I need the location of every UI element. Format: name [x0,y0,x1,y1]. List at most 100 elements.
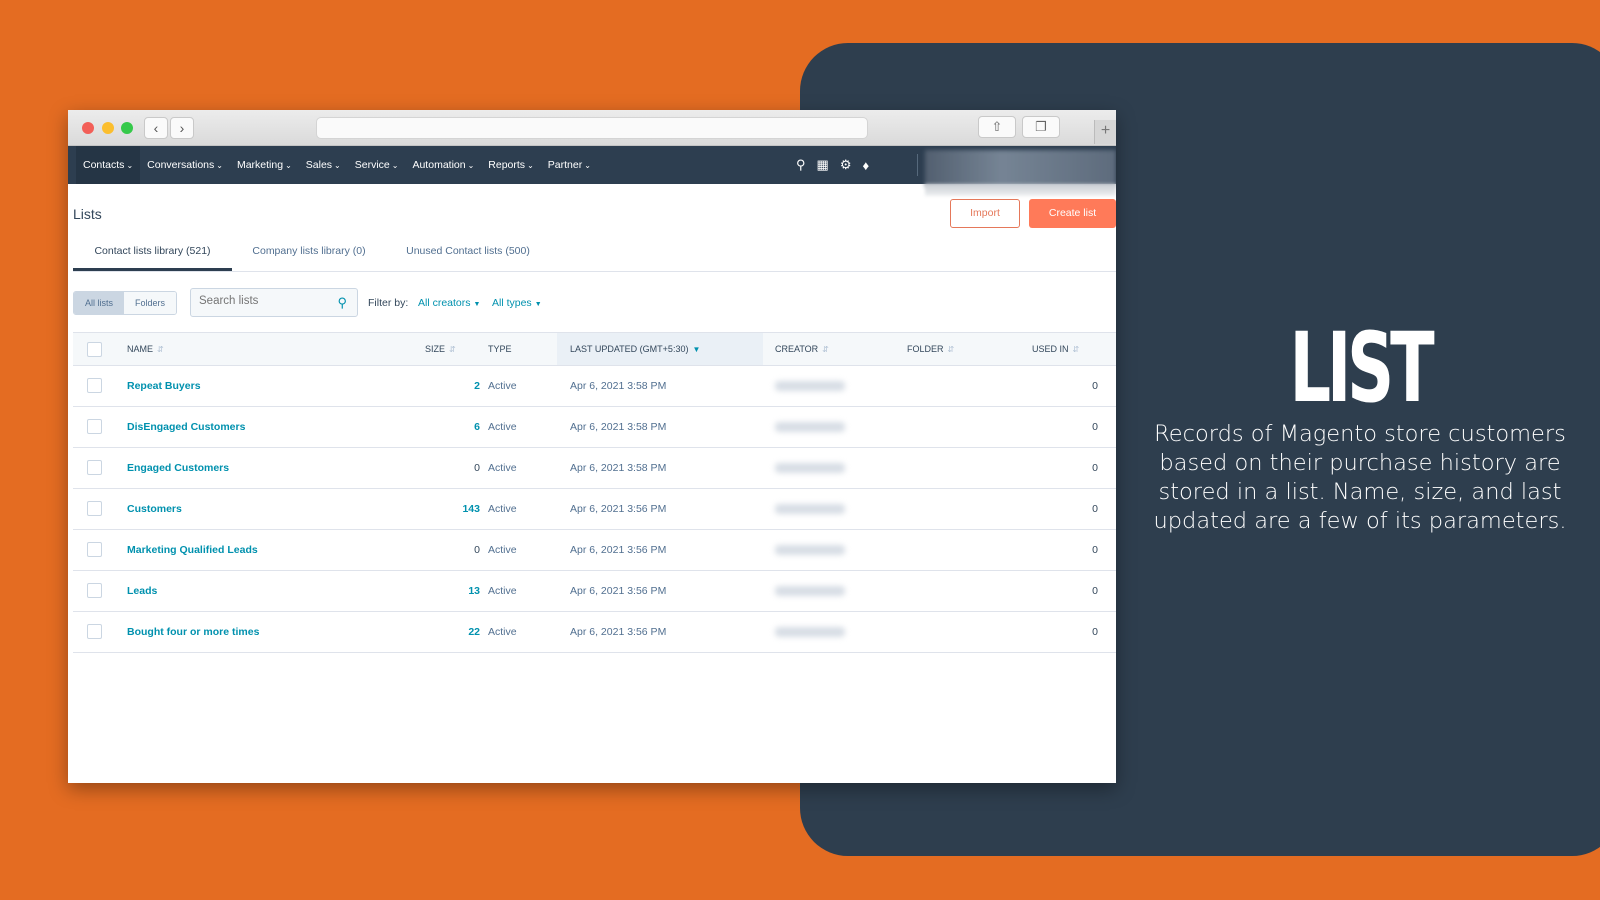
promo-title: LIST [1289,312,1434,424]
table-row[interactable]: Customers 143 Active Apr 6, 2021 3:56 PM 0 [73,489,1116,530]
account-strip [925,184,1116,196]
row-checkbox[interactable] [87,624,102,639]
list-size[interactable]: 143 [462,489,480,529]
types-filter-label: All types [492,297,532,309]
list-name-link[interactable]: Repeat Buyers [127,366,201,406]
nav-item-automation[interactable]: Automation ⌄ [405,146,481,184]
nav-item-partner[interactable]: Partner ⌄ [541,146,598,184]
list-size[interactable]: 6 [474,407,480,447]
nav-item-label: Contacts [83,159,125,171]
plus-icon[interactable]: + [1094,120,1116,144]
import-button[interactable]: Import [950,199,1020,228]
list-name-link[interactable]: Engaged Customers [127,448,229,488]
maximize-window-button[interactable] [121,122,133,134]
account-menu[interactable] [925,150,1116,186]
list-name-link[interactable]: Bought four or more times [127,612,259,652]
list-creator [763,530,883,570]
list-size: 0 [474,462,480,474]
list-size: 0 [474,544,480,556]
nav-item-contacts[interactable]: Contacts ⌄ [76,146,141,184]
column-last-updated[interactable]: LAST UPDATED (GMT+5:30) ▼ [570,333,700,366]
chevron-right-icon[interactable]: › [170,117,194,139]
column-type: TYPE [488,333,512,365]
tab-unused-contact-lists[interactable]: Unused Contact lists (500) [397,240,539,271]
caret-down-icon: ▼ [534,301,542,308]
column-name[interactable]: NAME ⇵ [127,333,164,366]
column-creator-label: CREATOR [775,344,819,354]
list-creator [763,612,883,652]
address-bar[interactable] [316,117,868,139]
sort-icon: ⇵ [822,345,829,354]
redacted-creator [775,504,845,514]
column-creator[interactable]: CREATOR ⇵ [775,333,829,366]
creators-filter[interactable]: All creators ▼ [418,297,480,309]
column-used-in[interactable]: USED IN ⇵ [1032,333,1079,366]
search-icon[interactable]: ⚲ [796,157,806,173]
list-name-link[interactable]: Leads [127,571,157,611]
table-row[interactable]: Repeat Buyers 2 Active Apr 6, 2021 3:58 PM 0 [73,366,1116,407]
column-last-updated-label: LAST UPDATED (GMT+5:30) [570,344,689,354]
sort-icon: ⇵ [157,345,164,354]
close-window-button[interactable] [82,122,94,134]
list-used-in: 0 [1092,462,1098,474]
table-row[interactable]: Engaged Customers 0 Active Apr 6, 2021 3:58… [73,448,1116,489]
row-checkbox[interactable] [87,583,102,598]
list-size[interactable]: 2 [474,366,480,406]
select-all-checkbox[interactable] [87,342,102,357]
column-size[interactable]: SIZE ⇵ [425,333,456,366]
list-name-link[interactable]: Customers [127,489,182,529]
list-size[interactable]: 22 [468,612,480,652]
nav-item-label: Marketing [236,159,284,171]
redacted-creator [775,586,845,596]
chevron-left-icon[interactable]: ‹ [144,117,168,139]
list-creator [763,407,883,447]
list-type: Active [488,421,517,433]
marketplace-icon[interactable]: ▦ [817,157,829,173]
table-row[interactable]: Leads 13 Active Apr 6, 2021 3:56 PM 0 [73,571,1116,612]
folders-toggle[interactable]: Folders [124,292,177,314]
table-body: Repeat Buyers 2 Active Apr 6, 2021 3:58 PM 0… [73,366,1116,653]
list-size[interactable]: 13 [468,571,480,611]
list-last-updated: Apr 6, 2021 3:58 PM [570,462,667,474]
list-name-link[interactable]: Marketing Qualified Leads [127,530,258,570]
nav-item-reports[interactable]: Reports ⌄ [481,146,540,184]
nav-item-service[interactable]: Service ⌄ [348,146,406,184]
list-last-updated: Apr 6, 2021 3:58 PM [570,421,667,433]
nav-item-sales[interactable]: Sales ⌄ [299,146,348,184]
list-type: Active [488,626,517,638]
nav-item-label: Conversations [147,159,215,171]
table-row[interactable]: DisEngaged Customers 6 Active Apr 6, 2021 3… [73,407,1116,448]
types-filter[interactable]: All types ▼ [492,297,542,309]
list-used-in: 0 [1092,585,1098,597]
nav-item-conversations[interactable]: Conversations ⌄ [140,146,230,184]
browser-titlebar: ‹ › ⇧ ❐ + [68,110,1116,146]
chevron-down-icon: ⌄ [467,161,475,170]
row-checkbox[interactable] [87,419,102,434]
list-name-link[interactable]: DisEngaged Customers [127,407,245,447]
row-checkbox[interactable] [87,460,102,475]
row-checkbox[interactable] [87,542,102,557]
list-last-updated: Apr 6, 2021 3:56 PM [570,626,667,638]
bell-icon[interactable]: ♦ [862,158,869,173]
column-folder[interactable]: FOLDER ⇵ [907,333,954,366]
column-size-label: SIZE [425,344,446,354]
table-row[interactable]: Marketing Qualified Leads 0 Active Apr 6, 2… [73,530,1116,571]
all-lists-toggle[interactable]: All lists [74,292,125,314]
redacted-creator [775,545,845,555]
list-used-in: 0 [1092,421,1098,433]
tab-contact-lists[interactable]: Contact lists library (521) [73,240,232,271]
minimize-window-button[interactable] [102,122,114,134]
search-icon[interactable]: ⚲ [337,295,347,311]
share-icon[interactable]: ⇧ [978,116,1016,138]
tab-company-lists[interactable]: Company lists library (0) [243,240,375,271]
redacted-creator [775,381,845,391]
nav-item-marketing[interactable]: Marketing ⌄ [230,146,299,184]
gear-icon[interactable]: ⚙ [840,157,852,173]
row-checkbox[interactable] [87,501,102,516]
create-list-button[interactable]: Create list [1029,199,1116,228]
tabs-icon[interactable]: ❐ [1022,116,1060,138]
column-type-label: TYPE [488,344,512,354]
row-checkbox[interactable] [87,378,102,393]
table-row[interactable]: Bought four or more times 22 Active Apr 6, … [73,612,1116,653]
search-input[interactable] [199,295,329,307]
